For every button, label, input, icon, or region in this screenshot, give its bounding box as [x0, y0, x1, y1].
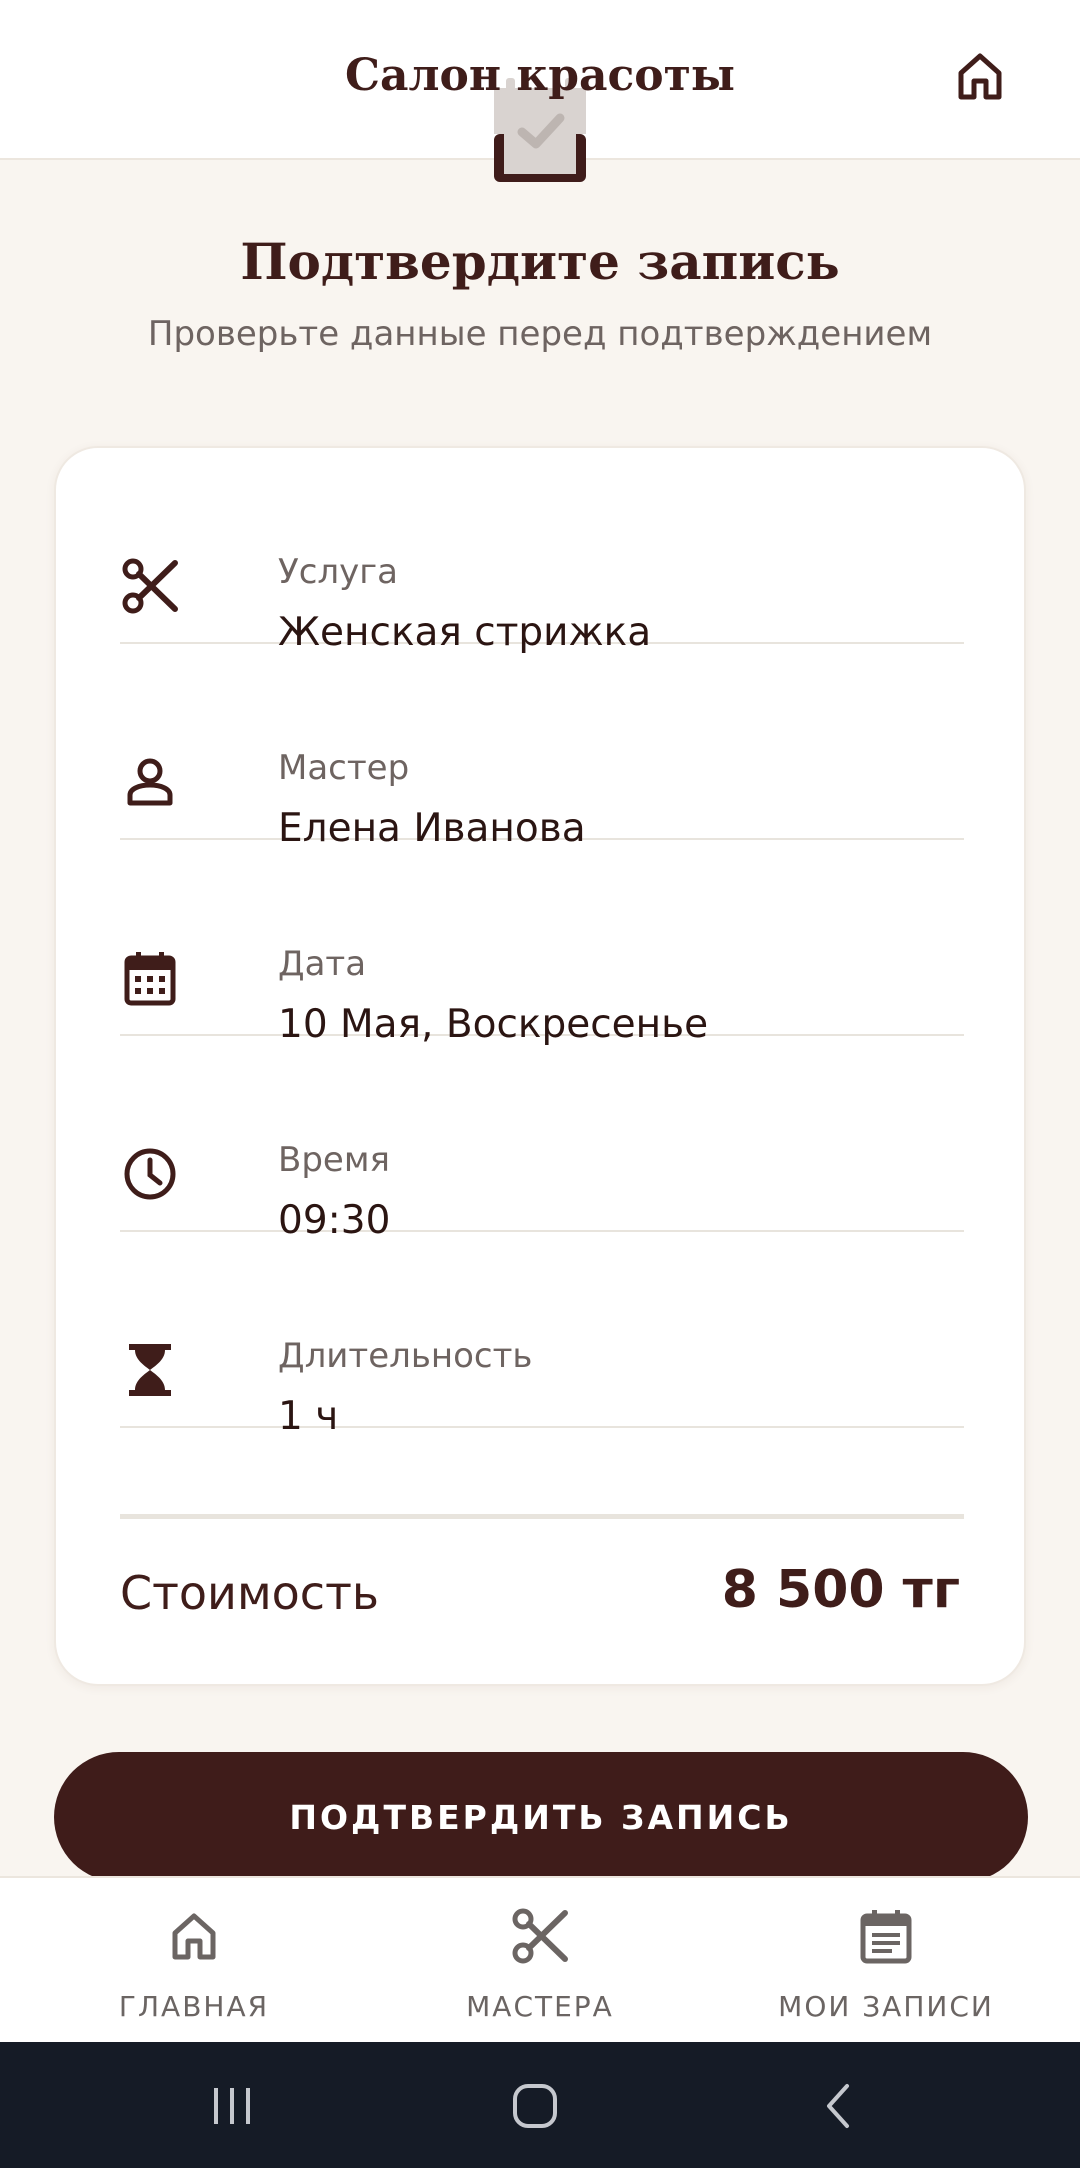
recent-apps-button[interactable] [192, 2070, 272, 2142]
nav-label: МАСТЕРА [466, 1990, 614, 2023]
nav-label: ГЛАВНАЯ [118, 1990, 270, 2023]
app-screen: Салон красоты Подтвердите запись Проверь… [0, 0, 1080, 2168]
detail-label: Длительность [278, 1336, 533, 1376]
scissors-icon [120, 556, 180, 616]
price-label: Стоимость [120, 1566, 379, 1620]
price-value: 8 500 тг [721, 1560, 960, 1620]
scissors-icon [512, 1908, 568, 1964]
back-button[interactable] [798, 2070, 878, 2142]
price-divider [120, 1514, 964, 1519]
page-subtitle: Проверьте данные перед подтверждением [147, 314, 933, 354]
confirm-booking-button[interactable]: ПОДТВЕРДИТЬ ЗАПИСЬ [54, 1752, 1028, 1882]
clock-icon [120, 1144, 180, 1204]
detail-row-time: Время 09:30 [120, 1036, 964, 1243]
home-icon [172, 1913, 216, 1960]
home-circle-icon [513, 2084, 557, 2128]
recent-apps-icon [214, 2088, 250, 2124]
header-title: Салон красоты [345, 50, 735, 101]
page-title: Подтвердите запись [240, 232, 840, 291]
nav-item-my-bookings[interactable]: МОИ ЗАПИСИ [706, 1878, 1066, 2044]
booking-details-card: Услуга Женская стрижка Мастер Елена Иван… [54, 446, 1026, 1686]
system-home-button[interactable] [495, 2070, 575, 2142]
detail-label: Время [278, 1140, 390, 1180]
detail-row-service: Услуга Женская стрижка [120, 448, 964, 655]
detail-row-date: Дата 10 Мая, Воскресенье [120, 840, 964, 1047]
nav-item-home[interactable]: ГЛАВНАЯ [14, 1878, 374, 2044]
system-navigation-bar [0, 2042, 1080, 2168]
person-icon [120, 752, 180, 812]
hourglass-icon [120, 1340, 180, 1400]
detail-row-duration: Длительность 1 ч [120, 1232, 964, 1439]
detail-label: Мастер [278, 748, 410, 788]
back-icon [827, 2084, 849, 2128]
calendar-icon [120, 948, 180, 1008]
detail-row-master: Мастер Елена Иванова [120, 644, 964, 851]
nav-item-masters[interactable]: МАСТЕРА [360, 1878, 720, 2044]
detail-value: 1 ч [278, 1394, 339, 1439]
clipboard-list-icon [860, 1910, 912, 1964]
nav-label: МОИ ЗАПИСИ [778, 1990, 994, 2023]
detail-label: Дата [278, 944, 367, 984]
bottom-navigation: ГЛАВНАЯ МАСТЕРА МОИ ЗАПИСИ [0, 1876, 1080, 2042]
detail-label: Услуга [278, 552, 398, 592]
